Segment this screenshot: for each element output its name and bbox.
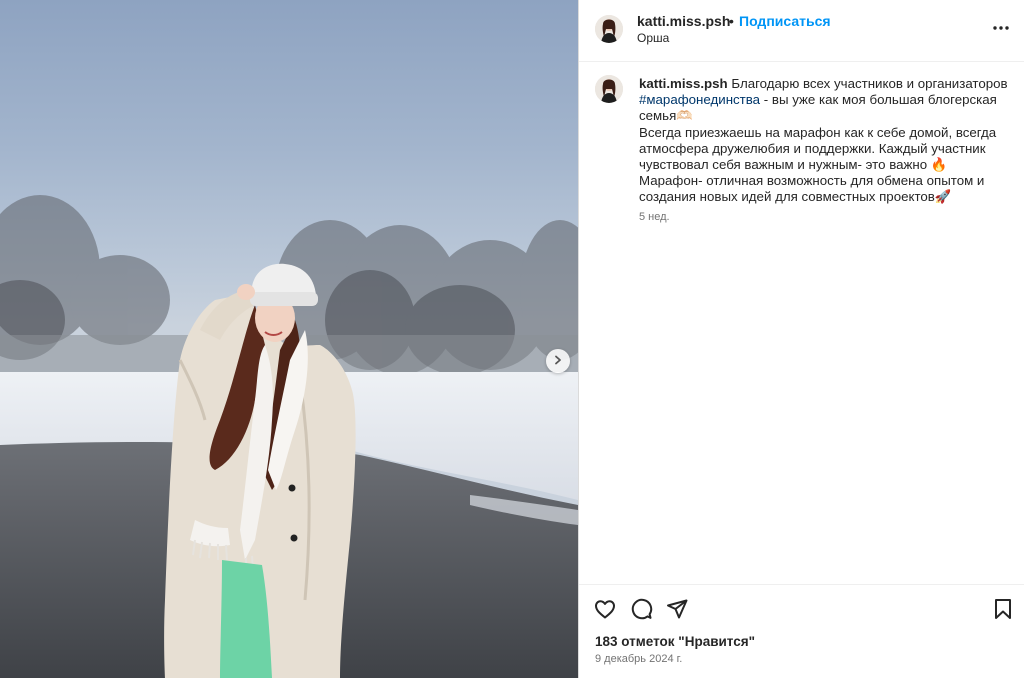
heart-icon[interactable] <box>593 597 617 621</box>
separator-dot: • <box>729 13 734 29</box>
location-link[interactable]: Орша <box>637 31 669 45</box>
likes-count[interactable]: 183 отметок "Нравится" <box>595 634 755 649</box>
header-username[interactable]: katti.miss.psh <box>637 13 730 29</box>
post-photo[interactable] <box>0 0 578 678</box>
send-icon[interactable] <box>665 597 689 621</box>
follow-button[interactable]: Подписаться <box>739 13 831 29</box>
next-photo-button[interactable] <box>546 349 570 373</box>
caption-username[interactable]: katti.miss.psh <box>639 76 728 91</box>
post-caption: katti.miss.psh Благодарю всех участников… <box>639 76 1009 206</box>
caption-text-start: Благодарю всех участников и организаторо… <box>727 76 1012 91</box>
comment-icon[interactable] <box>629 597 653 621</box>
post-header: katti.miss.psh • Подписаться Орша <box>579 0 1024 62</box>
caption-timestamp: 5 нед. <box>639 211 670 223</box>
caption-avatar[interactable] <box>595 75 623 103</box>
caption-text-rest: - вы уже как моя большая блогерская семь… <box>639 92 997 205</box>
post-date: 9 декабрь 2024 г. <box>595 653 683 665</box>
post-actions: 183 отметок "Нравится" 9 декабрь 2024 г. <box>579 584 1024 678</box>
caption-hashtag[interactable]: #марафонединства <box>639 92 760 107</box>
bookmark-icon[interactable] <box>991 597 1015 621</box>
more-horizontal-icon[interactable] <box>991 18 1011 38</box>
chevron-right-icon <box>553 352 563 370</box>
avatar[interactable] <box>595 15 623 43</box>
post-details-panel: katti.miss.psh • Подписаться Орша katti.… <box>578 0 1024 678</box>
photo-scene <box>0 195 578 678</box>
